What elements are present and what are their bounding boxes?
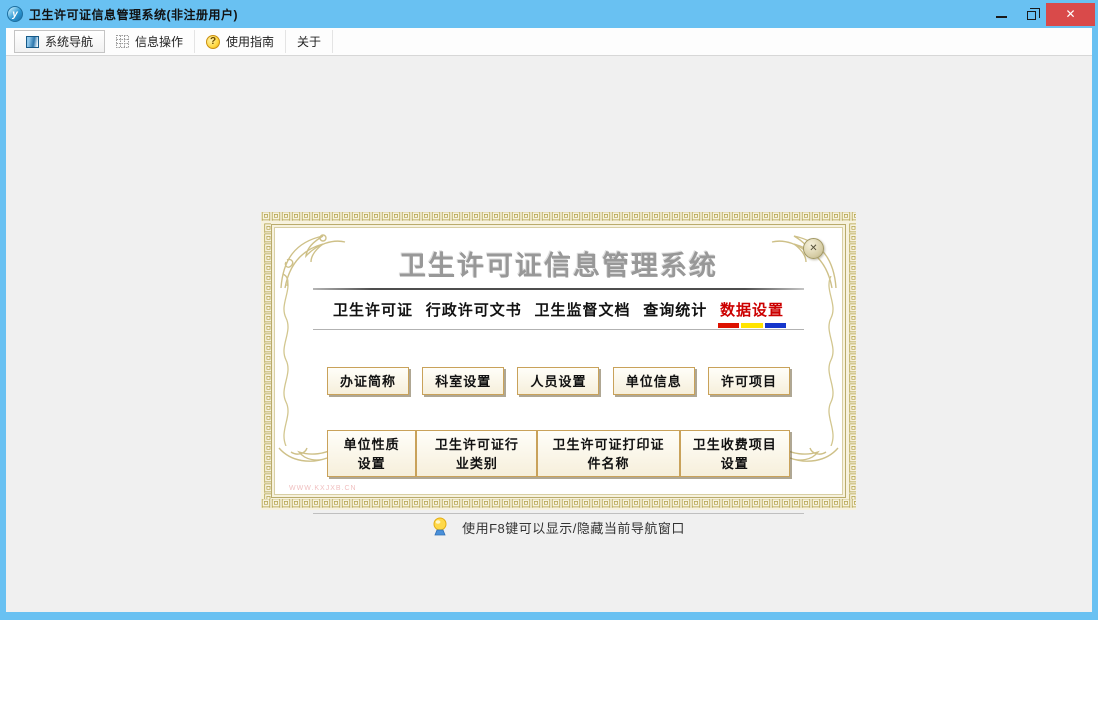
panel-title: 卫生许可证信息管理系统 xyxy=(399,251,718,281)
meander-border-top: 回回回回回回回回回回回回回回回回回回回回回回回回回回回回回回回回回回回回回回回回… xyxy=(261,212,856,223)
watermark-text: WWW.KXJXB.CN xyxy=(289,485,357,492)
menu-item-supervision-docs[interactable]: 卫生监督文档 xyxy=(534,299,630,320)
button-row-1: 办证简称 科室设置 人员设置 单位信息 许可项目 xyxy=(327,367,790,395)
title-separator xyxy=(313,288,804,290)
button-unit-nature-setup[interactable]: 单位性质设置 xyxy=(327,430,417,477)
toolbar-label: 关于 xyxy=(297,35,322,49)
panel-menu: 卫生许可证 行政许可文书 卫生监督文档 查询统计 数据设置 xyxy=(333,299,786,328)
minimize-button[interactable] xyxy=(986,3,1016,26)
panel-content: ✕ 卫生许可证信息管理系统 卫生许可证 行政许可文书 卫生监督文档 查询统计 数… xyxy=(285,228,832,536)
window-controls: ✕ xyxy=(986,0,1095,28)
restore-icon xyxy=(1026,7,1040,20)
underline-red xyxy=(717,323,740,328)
toolbar-button-system-nav[interactable]: 系统导航 xyxy=(14,30,106,53)
meander-border-bottom: 回回回回回回回回回回回回回回回回回回回回回回回回回回回回回回回回回回回回回回回回… xyxy=(261,499,856,510)
titlebar: y 卫生许可证信息管理系统(非注册用户) ✕ xyxy=(0,0,1098,28)
app-window: y 卫生许可证信息管理系统(非注册用户) ✕ 系统导航 信息操作 ? 使用指南 … xyxy=(0,0,1098,620)
window-title: 卫生许可证信息管理系统(非注册用户) xyxy=(29,7,238,22)
button-print-cert-name[interactable]: 卫生许可证打印证件名称 xyxy=(537,430,680,477)
button-fee-items-setup[interactable]: 卫生收费项目设置 xyxy=(679,430,790,477)
button-industry-category[interactable]: 卫生许可证行业类别 xyxy=(416,430,538,477)
button-personnel-setup[interactable]: 人员设置 xyxy=(517,367,600,395)
menu-item-health-permit[interactable]: 卫生许可证 xyxy=(333,299,413,320)
close-button[interactable]: ✕ xyxy=(1046,2,1095,26)
content-frame: ✕ 卫生许可证信息管理系统 卫生许可证 行政许可文书 卫生监督文档 查询统计 数… xyxy=(274,227,843,536)
button-permit-abbrev[interactable]: 办证简称 xyxy=(327,367,410,395)
navigation-panel: 回回回回回回回回回回回回回回回回回回回回回回回回回回回回回回回回回回回回回回回回… xyxy=(261,212,856,536)
restore-button[interactable] xyxy=(1016,3,1046,26)
menu-separator xyxy=(313,329,804,330)
footer: 使用F8键可以显示/隐藏当前导航窗口 xyxy=(285,517,832,537)
button-department-setup[interactable]: 科室设置 xyxy=(422,367,505,395)
help-coin-icon: ? xyxy=(206,34,221,49)
toolbar-button-about[interactable]: 关于 xyxy=(286,30,334,53)
underline-blue xyxy=(764,323,786,328)
toolbar-button-user-guide[interactable]: ? 使用指南 xyxy=(195,30,287,53)
navigation-icon xyxy=(26,35,39,48)
menu-item-query-stats[interactable]: 查询统计 xyxy=(643,299,707,320)
panel-close-button[interactable]: ✕ xyxy=(803,238,824,259)
inner-frame: ✕ 卫生许可证信息管理系统 卫生许可证 行政许可文书 卫生监督文档 查询统计 数… xyxy=(271,224,846,536)
minimize-icon xyxy=(995,16,1007,18)
toolbar: 系统导航 信息操作 ? 使用指南 关于 xyxy=(6,28,1092,56)
underline-yellow xyxy=(741,323,763,328)
grid-icon xyxy=(116,35,130,48)
menu-item-admin-documents[interactable]: 行政许可文书 xyxy=(426,299,522,320)
panel-close-icon: ✕ xyxy=(809,243,818,254)
footer-separator xyxy=(313,513,804,514)
meander-border-left: 回回回回回回回回回回回回回回回回回回回回回回回回回回回回回回回回回回回回回回回回 xyxy=(261,223,271,499)
menu-item-data-settings[interactable]: 数据设置 xyxy=(717,299,786,328)
button-row-2: 单位性质设置 卫生许可证行业类别 卫生许可证打印证件名称 卫生收费项目设置 xyxy=(327,430,790,477)
toolbar-button-info-ops[interactable]: 信息操作 xyxy=(105,30,196,53)
menu-item-label: 数据设置 xyxy=(719,302,784,319)
client-area: 系统导航 信息操作 ? 使用指南 关于 回回回回回回回回回回回回回回回回回回回回… xyxy=(6,28,1092,612)
button-unit-info[interactable]: 单位信息 xyxy=(612,367,695,395)
button-permit-items[interactable]: 许可项目 xyxy=(707,367,790,395)
lightbulb-icon xyxy=(433,517,447,536)
footer-hint-text: 使用F8键可以显示/隐藏当前导航窗口 xyxy=(462,520,685,536)
close-icon: ✕ xyxy=(1065,7,1076,21)
toolbar-label: 使用指南 xyxy=(226,35,275,49)
app-icon: y xyxy=(7,6,23,22)
toolbar-label: 系统导航 xyxy=(45,35,94,49)
meander-border-right: 回回回回回回回回回回回回回回回回回回回回回回回回回回回回回回回回回回回回回回回回 xyxy=(846,223,856,499)
toolbar-label: 信息操作 xyxy=(135,35,184,49)
desktop: { "window": { "title": "卫生许可证信息管理系统(非注册用… xyxy=(0,0,1098,722)
active-tab-underline xyxy=(717,323,786,328)
